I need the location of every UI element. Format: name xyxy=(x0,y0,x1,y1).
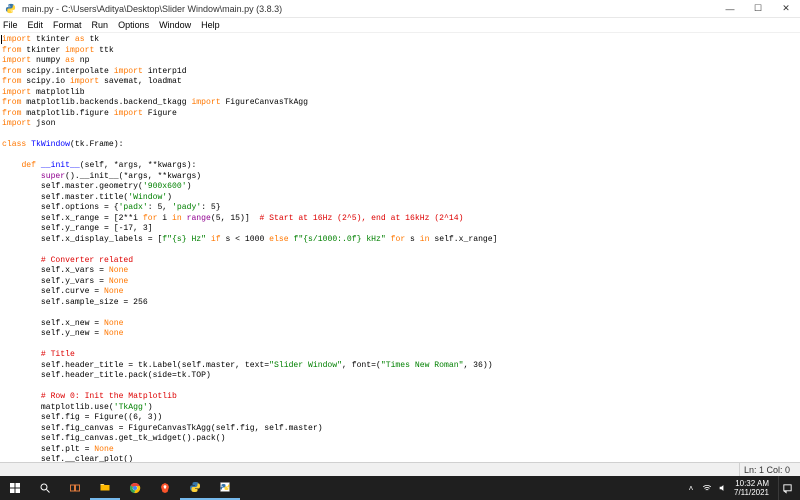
window-controls: — ☐ ✕ xyxy=(716,0,800,18)
menu-run[interactable]: Run xyxy=(92,20,109,30)
menu-options[interactable]: Options xyxy=(118,20,149,30)
code-text[interactable]: import tkinter as tk from tkinter import… xyxy=(2,35,798,462)
clock-date: 7/11/2021 xyxy=(734,488,769,497)
menu-file[interactable]: File xyxy=(3,20,18,30)
app-icon xyxy=(3,2,17,16)
close-button[interactable]: ✕ xyxy=(772,0,800,18)
volume-icon[interactable] xyxy=(718,483,728,493)
window-titlebar: main.py - C:\Users\Aditya\Desktop\Slider… xyxy=(0,0,800,18)
brave-icon[interactable] xyxy=(150,476,180,500)
start-button[interactable] xyxy=(0,476,30,500)
window-title: main.py - C:\Users\Aditya\Desktop\Slider… xyxy=(20,4,716,14)
menu-bar: File Edit Format Run Options Window Help xyxy=(0,18,800,33)
menu-format[interactable]: Format xyxy=(53,20,82,30)
code-editor[interactable]: import tkinter as tk from tkinter import… xyxy=(0,33,800,462)
clock[interactable]: 10:32 AM 7/11/2021 xyxy=(734,479,769,497)
status-bar: Ln: 1 Col: 0 xyxy=(0,462,800,476)
minimize-button[interactable]: — xyxy=(716,0,744,18)
clock-time: 10:32 AM xyxy=(734,479,769,488)
menu-window[interactable]: Window xyxy=(159,20,191,30)
tray-up-icon[interactable]: ˄ xyxy=(686,483,696,493)
taskview-icon[interactable] xyxy=(60,476,90,500)
python-icon[interactable] xyxy=(180,476,210,500)
wifi-icon[interactable] xyxy=(702,483,712,493)
menu-help[interactable]: Help xyxy=(201,20,220,30)
idle-icon[interactable] xyxy=(210,476,240,500)
system-tray: ˄ 10:32 AM 7/11/2021 xyxy=(686,476,800,500)
search-icon[interactable] xyxy=(30,476,60,500)
maximize-button[interactable]: ☐ xyxy=(744,0,772,18)
chrome-icon[interactable] xyxy=(120,476,150,500)
cursor-position: Ln: 1 Col: 0 xyxy=(739,463,794,476)
notifications-icon[interactable] xyxy=(778,476,796,500)
explorer-icon[interactable] xyxy=(90,476,120,500)
menu-edit[interactable]: Edit xyxy=(28,20,44,30)
taskbar: ˄ 10:32 AM 7/11/2021 xyxy=(0,476,800,500)
